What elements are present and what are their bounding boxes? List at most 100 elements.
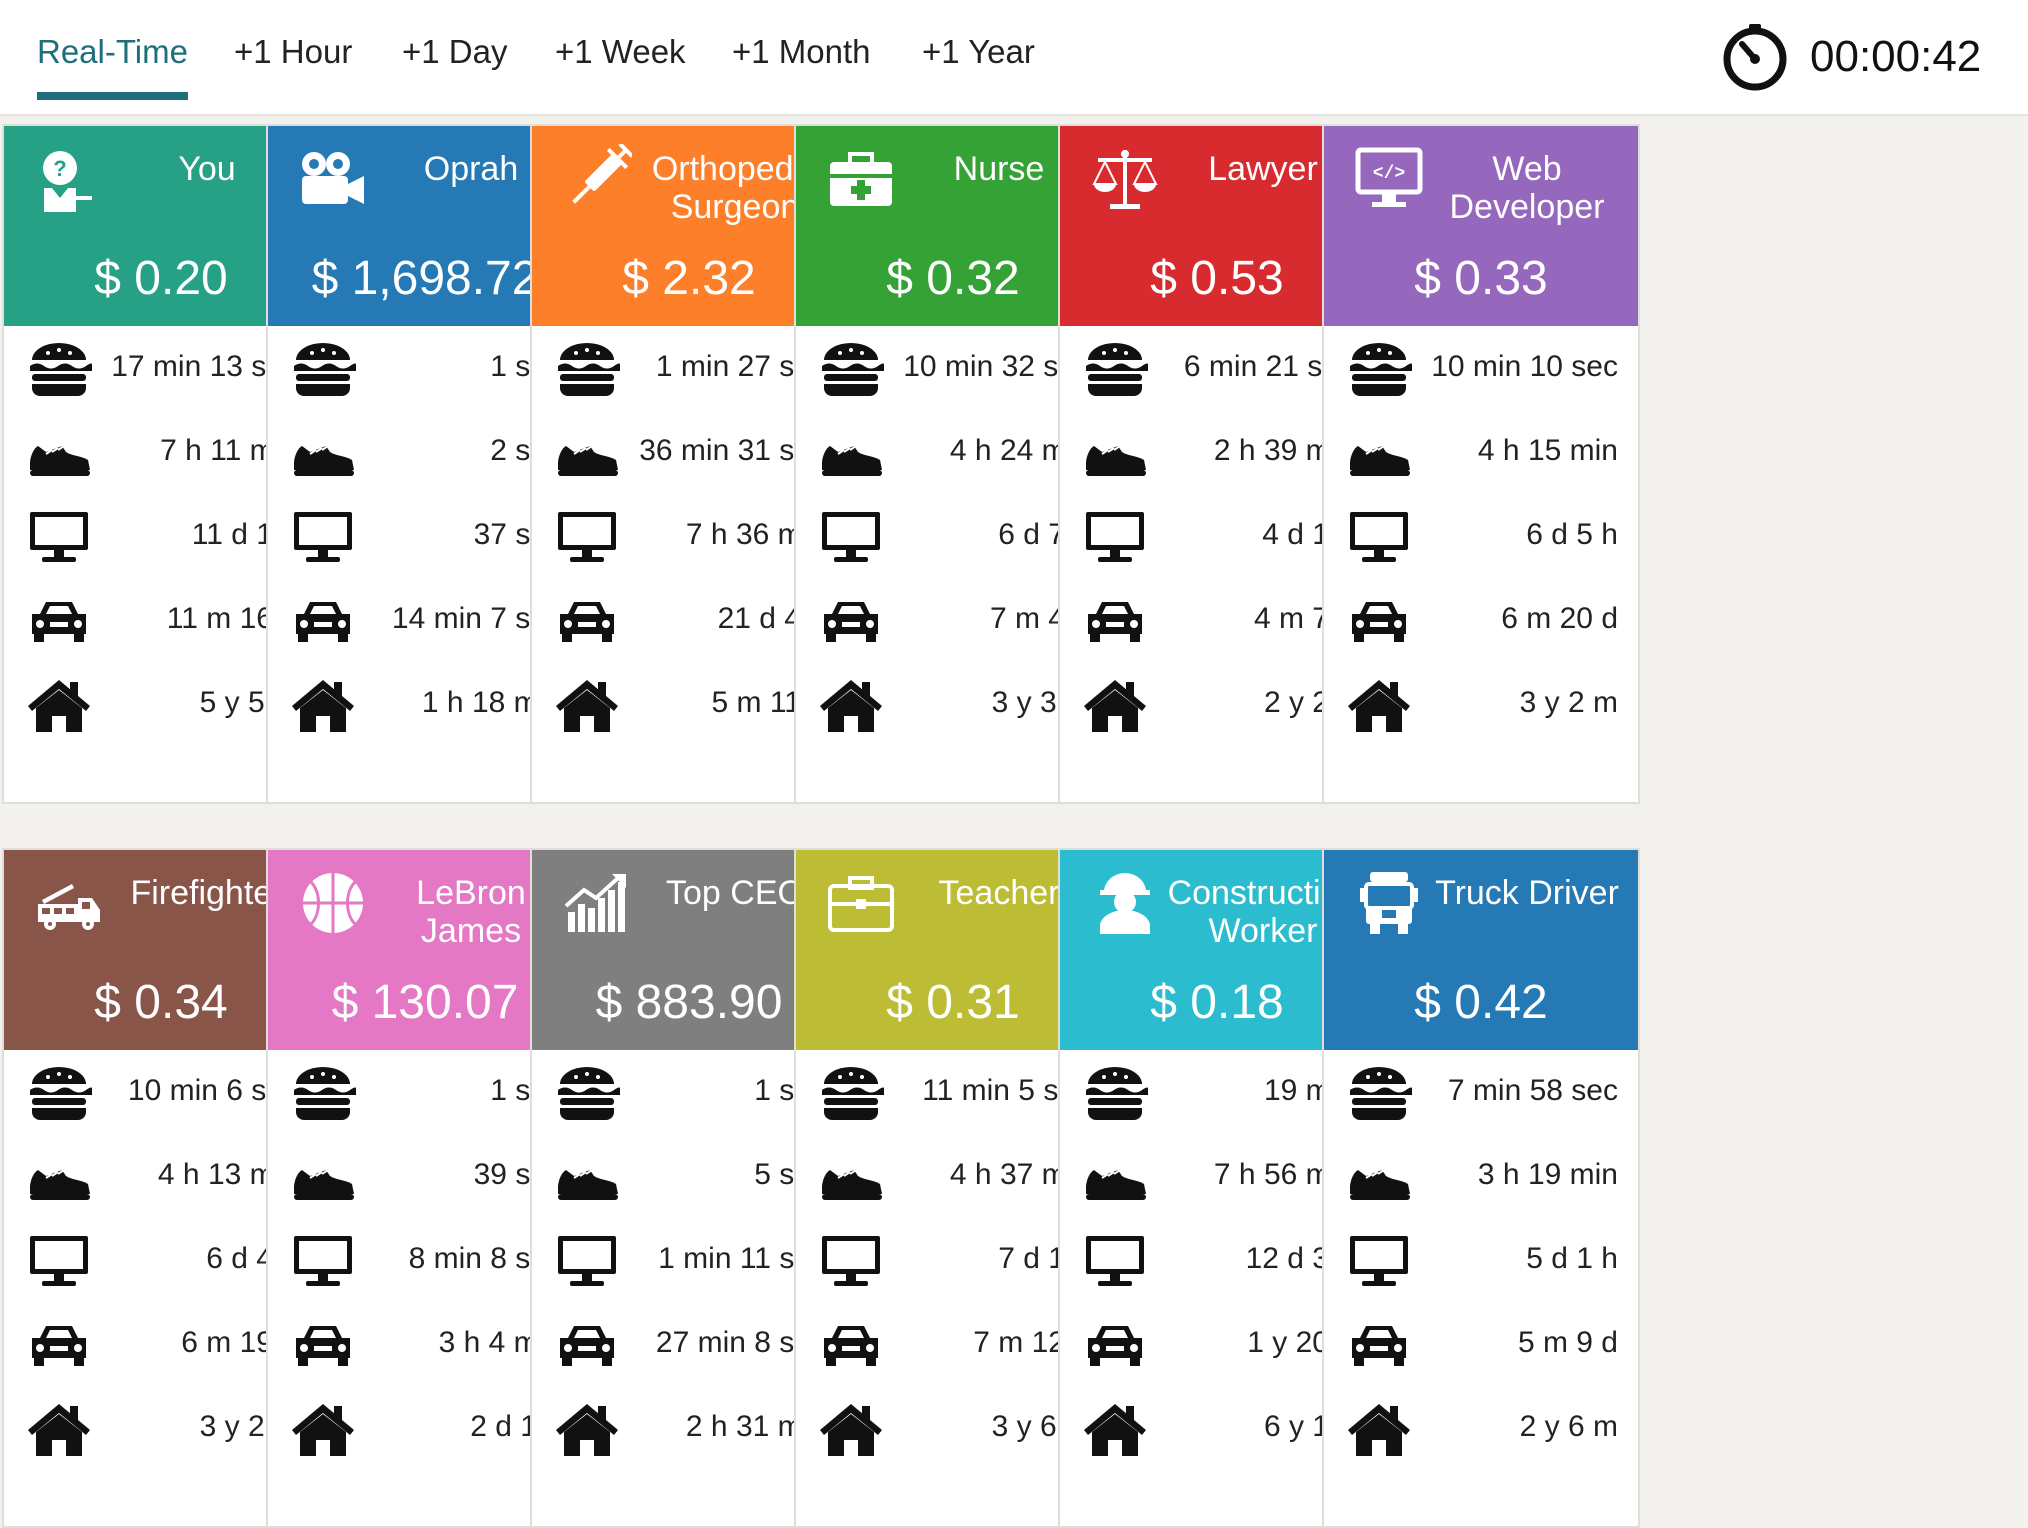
- burger-icon: [818, 340, 885, 398]
- stat-row: 4 h 15 min: [1324, 410, 1638, 494]
- burger-icon: [26, 1064, 93, 1122]
- card-amount: $ 0.33: [1414, 252, 1548, 305]
- hard-hat-worker-icon: [1090, 868, 1160, 938]
- car-icon: [1346, 592, 1412, 650]
- stat-row: 10 min 10 sec: [1324, 326, 1638, 410]
- car-icon: [290, 592, 356, 650]
- burger-icon: [290, 340, 357, 398]
- stat-value: 5 d 1 h: [1526, 1242, 1618, 1275]
- medical-kit-icon: [826, 144, 896, 214]
- tab-label: +1 Week: [555, 33, 686, 70]
- sneaker-icon: [818, 1148, 884, 1206]
- scales-icon: [1090, 144, 1160, 214]
- house-icon: [290, 676, 356, 734]
- stat-value: 6 d 5 h: [1526, 518, 1618, 551]
- burger-icon: [1346, 340, 1413, 398]
- top-bar: Real-Time +1 Hour +1 Day +1 Week +1 Mont…: [0, 0, 2028, 116]
- tab-label: Real-Time: [37, 33, 188, 70]
- stat-row: 3 h 19 min: [1324, 1134, 1638, 1218]
- tab-plus-1-week[interactable]: +1 Week: [555, 30, 686, 74]
- growth-chart-icon: [562, 868, 632, 938]
- syringe-icon: [562, 142, 634, 214]
- stopwatch-icon: [1723, 24, 1787, 91]
- burger-icon: [554, 340, 621, 398]
- stat-value: 6 m 20 d: [1501, 602, 1618, 635]
- monitor-icon: [26, 508, 92, 566]
- truck-icon: [1354, 868, 1424, 938]
- house-icon: [818, 1400, 884, 1458]
- house-icon: [290, 1400, 356, 1458]
- stat-list: 7 min 58 sec 3 h 19 min 5 d 1 h 5 m 9 d …: [1324, 1050, 1638, 1470]
- house-icon: [554, 1400, 620, 1458]
- sneaker-icon: [1346, 424, 1412, 482]
- sneaker-icon: [818, 424, 884, 482]
- monitor-icon: [1346, 1232, 1412, 1290]
- car-icon: [818, 592, 884, 650]
- sneaker-icon: [1082, 424, 1148, 482]
- person-question-icon: ?: [34, 144, 104, 214]
- timer-value: 00:00:42: [1810, 32, 1982, 81]
- sneaker-icon: [26, 424, 92, 482]
- sneaker-icon: [554, 1148, 620, 1206]
- stat-row: 3 y 2 m: [1324, 662, 1638, 746]
- card-title: Web Developer: [1449, 150, 1605, 226]
- house-icon: [554, 676, 620, 734]
- burger-icon: [818, 1064, 885, 1122]
- monitor-icon: [818, 508, 884, 566]
- tab-plus-1-year[interactable]: +1 Year: [922, 30, 1035, 74]
- tab-label: +1 Year: [922, 33, 1035, 70]
- monitor-icon: [290, 1232, 356, 1290]
- house-icon: [1346, 676, 1412, 734]
- car-icon: [1346, 1316, 1412, 1374]
- card-amount: $ 0.42: [1414, 976, 1548, 1029]
- tab-label: +1 Day: [402, 33, 508, 70]
- monitor-icon: [1082, 1232, 1148, 1290]
- car-icon: [26, 1316, 92, 1374]
- job-card[interactable]: </> Web Developer $ 0.33 10 min 10 sec 4…: [1322, 124, 1640, 804]
- car-icon: [554, 1316, 620, 1374]
- tab-plus-1-month[interactable]: +1 Month: [732, 30, 871, 74]
- car-icon: [1082, 1316, 1148, 1374]
- tab-label: +1 Month: [732, 33, 871, 70]
- stat-value: 4 h 15 min: [1477, 434, 1618, 467]
- tab-plus-1-hour[interactable]: +1 Hour: [234, 30, 352, 74]
- job-card[interactable]: Truck Driver $ 0.42 7 min 58 sec 3 h 19 …: [1322, 848, 1640, 1528]
- code-monitor-icon: </>: [1354, 144, 1424, 214]
- svg-text:?: ?: [53, 156, 66, 181]
- house-icon: [26, 1400, 92, 1458]
- stat-value: 7 min 58 sec: [1447, 1074, 1618, 1107]
- burger-icon: [1346, 1064, 1413, 1122]
- sneaker-icon: [290, 424, 356, 482]
- monitor-icon: [26, 1232, 92, 1290]
- tab-real-time[interactable]: Real-Time: [37, 30, 188, 100]
- monitor-icon: [554, 508, 620, 566]
- car-icon: [290, 1316, 356, 1374]
- house-icon: [1346, 1400, 1412, 1458]
- stat-row: 7 min 58 sec: [1324, 1050, 1638, 1134]
- stat-value: 2 y 6 m: [1519, 1410, 1618, 1443]
- stat-row: 5 m 9 d: [1324, 1302, 1638, 1386]
- burger-icon: [554, 1064, 621, 1122]
- stat-value: 10 min 10 sec: [1431, 350, 1618, 383]
- burger-icon: [1082, 1064, 1149, 1122]
- stat-row: 2 y 6 m: [1324, 1386, 1638, 1470]
- card-header: Truck Driver $ 0.42: [1324, 850, 1638, 1050]
- car-icon: [818, 1316, 884, 1374]
- sneaker-icon: [1082, 1148, 1148, 1206]
- stat-row: 6 d 5 h: [1324, 494, 1638, 578]
- basketball-icon: [298, 868, 368, 938]
- elapsed-timer: 00:00:42: [1720, 22, 1981, 92]
- car-icon: [26, 592, 92, 650]
- svg-text:</>: </>: [1373, 164, 1405, 184]
- fire-truck-icon: [34, 868, 104, 938]
- car-icon: [1082, 592, 1148, 650]
- card-header: </> Web Developer $ 0.33: [1324, 126, 1638, 326]
- card-title: Truck Driver: [1435, 874, 1619, 912]
- house-icon: [1082, 1400, 1148, 1458]
- stat-row: 5 d 1 h: [1324, 1218, 1638, 1302]
- tab-plus-1-day[interactable]: +1 Day: [402, 30, 507, 74]
- briefcase-icon: [826, 868, 896, 938]
- house-icon: [26, 676, 92, 734]
- monitor-icon: [1346, 508, 1412, 566]
- sneaker-icon: [1346, 1148, 1412, 1206]
